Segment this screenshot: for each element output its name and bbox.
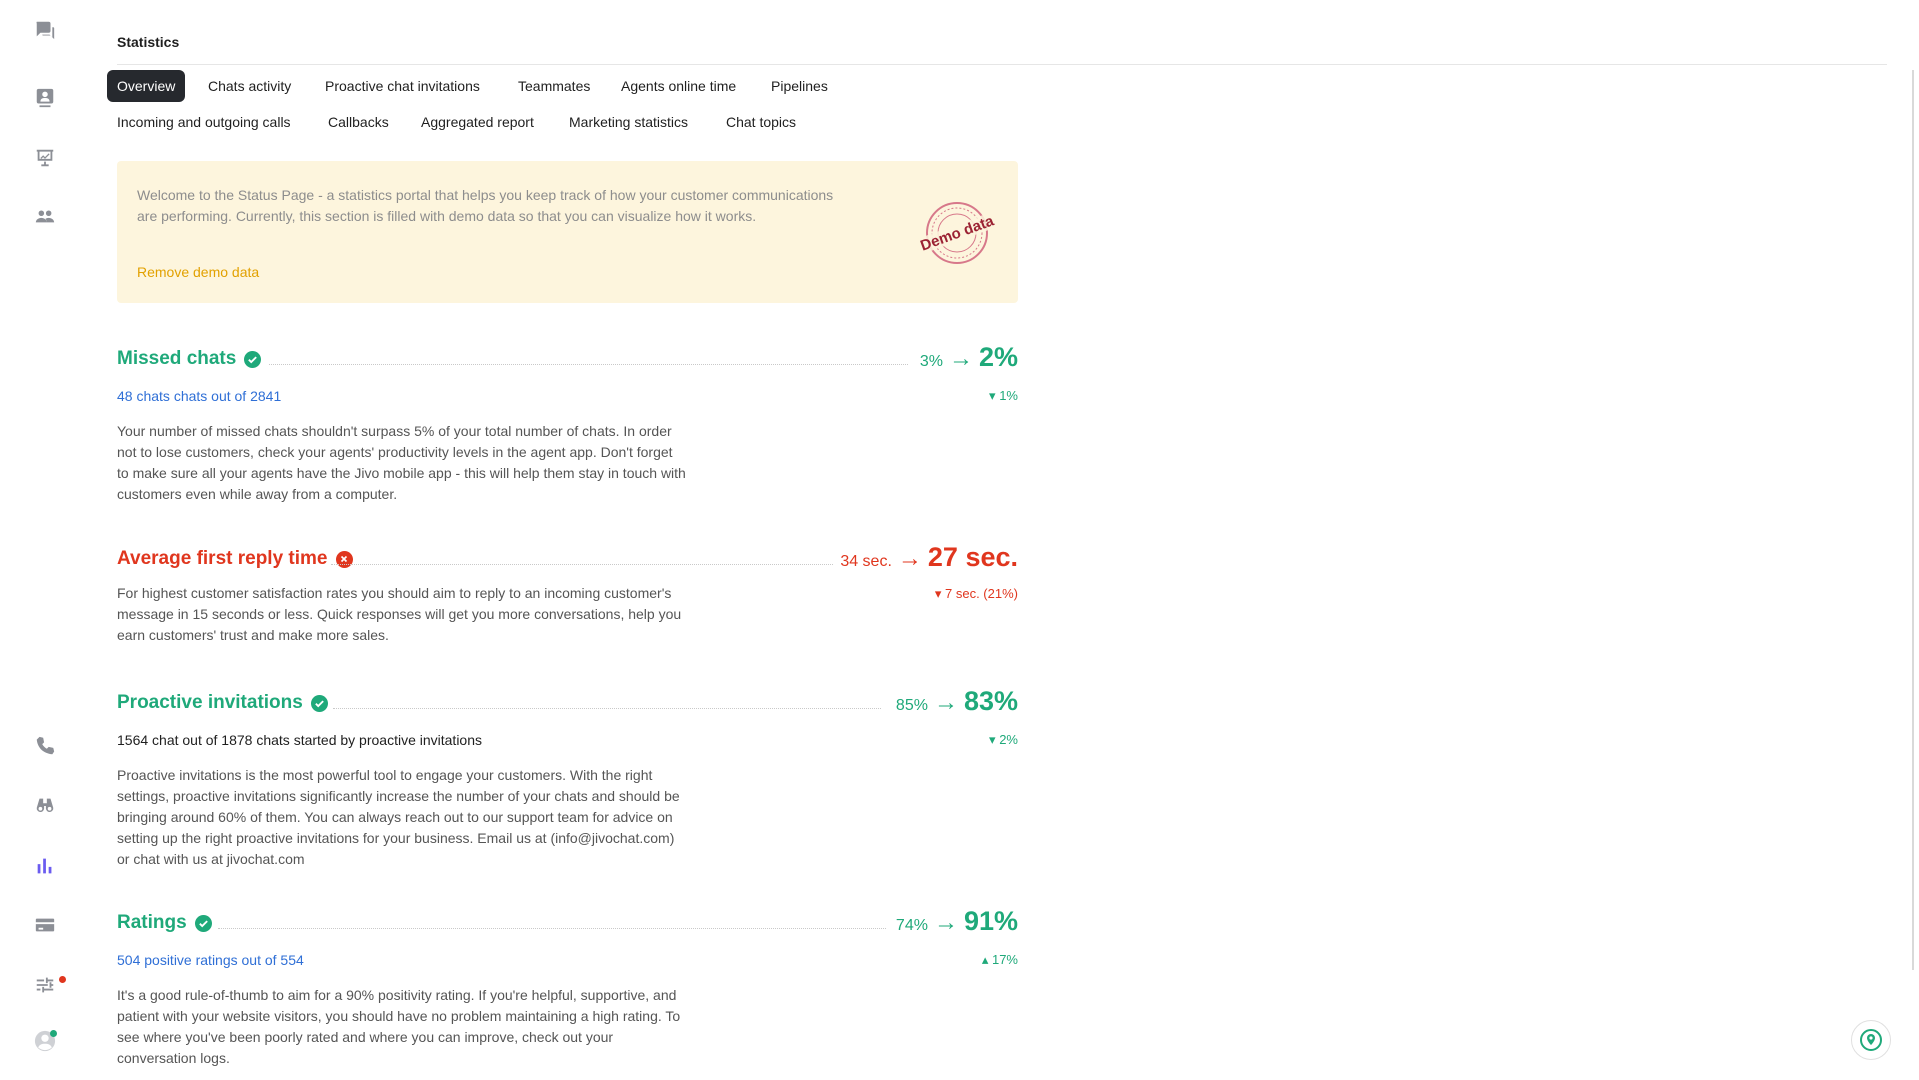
tab-callbacks[interactable]: Callbacks [318,106,399,138]
metric-description: For highest customer satisfaction rates … [117,585,682,643]
arrow-right-icon: → [897,545,922,572]
check-circle-icon [244,350,262,368]
metric-proactive-invitations: Proactive invitations 85% → 83% 1564 cha… [117,684,1018,874]
metric-first-reply-time: Average first reply time 34 sec. → 27 se… [117,540,1018,670]
triangle-down-icon: ▾ [989,732,996,747]
metric-subtitle-link[interactable]: 504 positive ratings out of 554 [117,952,304,968]
old-value: 34 sec. [840,553,892,570]
tab-marketing-statistics[interactable]: Marketing statistics [559,106,698,138]
tab-incoming-outgoing-calls[interactable]: Incoming and outgoing calls [107,106,301,138]
metric-delta: ▾ 2% [989,732,1018,747]
team-icon[interactable] [27,198,63,234]
metric-missed-chats: Missed chats 3% → 2% 48 chats chats out … [117,340,1018,510]
metric-subtitle-link[interactable]: 48 chats chats out of 2841 [117,388,281,404]
check-circle-icon [194,914,212,932]
dotted-leader [269,364,908,365]
chats-icon[interactable] [27,12,63,48]
profile-icon[interactable] [27,1023,63,1059]
demo-data-stamp: Demo data [918,202,997,264]
banner-text: Welcome to the Status Page - a statistic… [137,187,834,224]
tab-pipelines[interactable]: Pipelines [761,70,838,102]
new-value: 2% [978,342,1018,372]
metric-description: Your number of missed chats shouldn't su… [117,423,686,502]
page-title: Statistics [117,34,180,50]
tab-overview[interactable]: Overview [107,70,186,102]
billing-icon[interactable] [27,907,63,943]
metric-values: 3% → 2% [920,342,1018,373]
scrollbar[interactable] [1912,70,1914,970]
metric-delta: ▾ 1% [989,388,1018,403]
tab-agents-online-time[interactable]: Agents online time [611,70,746,102]
metric-title: Ratings [117,912,212,934]
dotted-leader [331,564,833,565]
metric-title: Proactive invitations [117,692,328,714]
chat-widget-icon [1860,1029,1882,1051]
new-value: 83% [963,686,1018,716]
check-circle-icon [310,694,328,712]
metric-delta: ▴ 17% [981,952,1018,967]
triangle-down-icon: ▾ [934,586,942,601]
metric-description: It's a good rule-of-thumb to aim for a 9… [117,987,681,1066]
demo-data-banner: Welcome to the Status Page - a statistic… [117,161,1018,303]
old-value: 3% [919,353,943,370]
arrow-right-icon: → [948,345,973,372]
main-content: Statistics Overview Chats activity Proac… [107,0,1887,1080]
tab-chats-activity[interactable]: Chats activity [198,70,301,102]
statistics-icon[interactable] [27,848,63,884]
metric-values: 74% → 91% [896,906,1018,937]
settings-notification-dot [59,976,66,983]
binoculars-icon[interactable] [27,788,63,824]
chat-widget-button[interactable] [1851,1020,1891,1060]
metric-values: 34 sec. → 27 sec. [840,542,1018,573]
metric-values: 85% → 83% [896,686,1018,717]
remove-demo-data-link[interactable]: Remove demo data [137,264,259,280]
arrow-right-icon: → [933,689,958,716]
online-status-dot [50,1030,57,1037]
title-divider [117,64,1887,65]
new-value: 27 sec. [927,542,1018,572]
triangle-down-icon: ▾ [989,388,996,403]
dotted-leader [218,928,886,929]
old-value: 85% [895,697,928,714]
metric-title: Average first reply time [117,548,353,570]
metric-subtitle: 1564 chat out of 1878 chats started by p… [117,732,483,748]
metric-description: Proactive invitations is the most powerf… [117,767,680,867]
tab-proactive-chat-invitations[interactable]: Proactive chat invitations [315,70,490,102]
arrow-right-icon: → [933,909,958,936]
settings-icon[interactable] [27,967,63,1003]
metric-delta: ▾ 7 sec. (21%) [934,586,1018,601]
sidebar [0,0,90,1080]
phone-icon[interactable] [27,728,63,764]
triangle-up-icon: ▴ [981,952,989,967]
metric-title: Missed chats [117,348,262,370]
dotted-leader [333,708,881,709]
old-value: 74% [895,917,928,934]
metric-ratings: Ratings 74% → 91% 504 positive ratings o… [117,904,1018,1074]
tab-aggregated-report[interactable]: Aggregated report [411,106,544,138]
tab-teammates[interactable]: Teammates [508,70,600,102]
tab-chat-topics[interactable]: Chat topics [716,106,806,138]
new-value: 91% [963,906,1018,936]
contacts-icon[interactable] [27,80,63,116]
presentation-icon[interactable] [27,140,63,176]
